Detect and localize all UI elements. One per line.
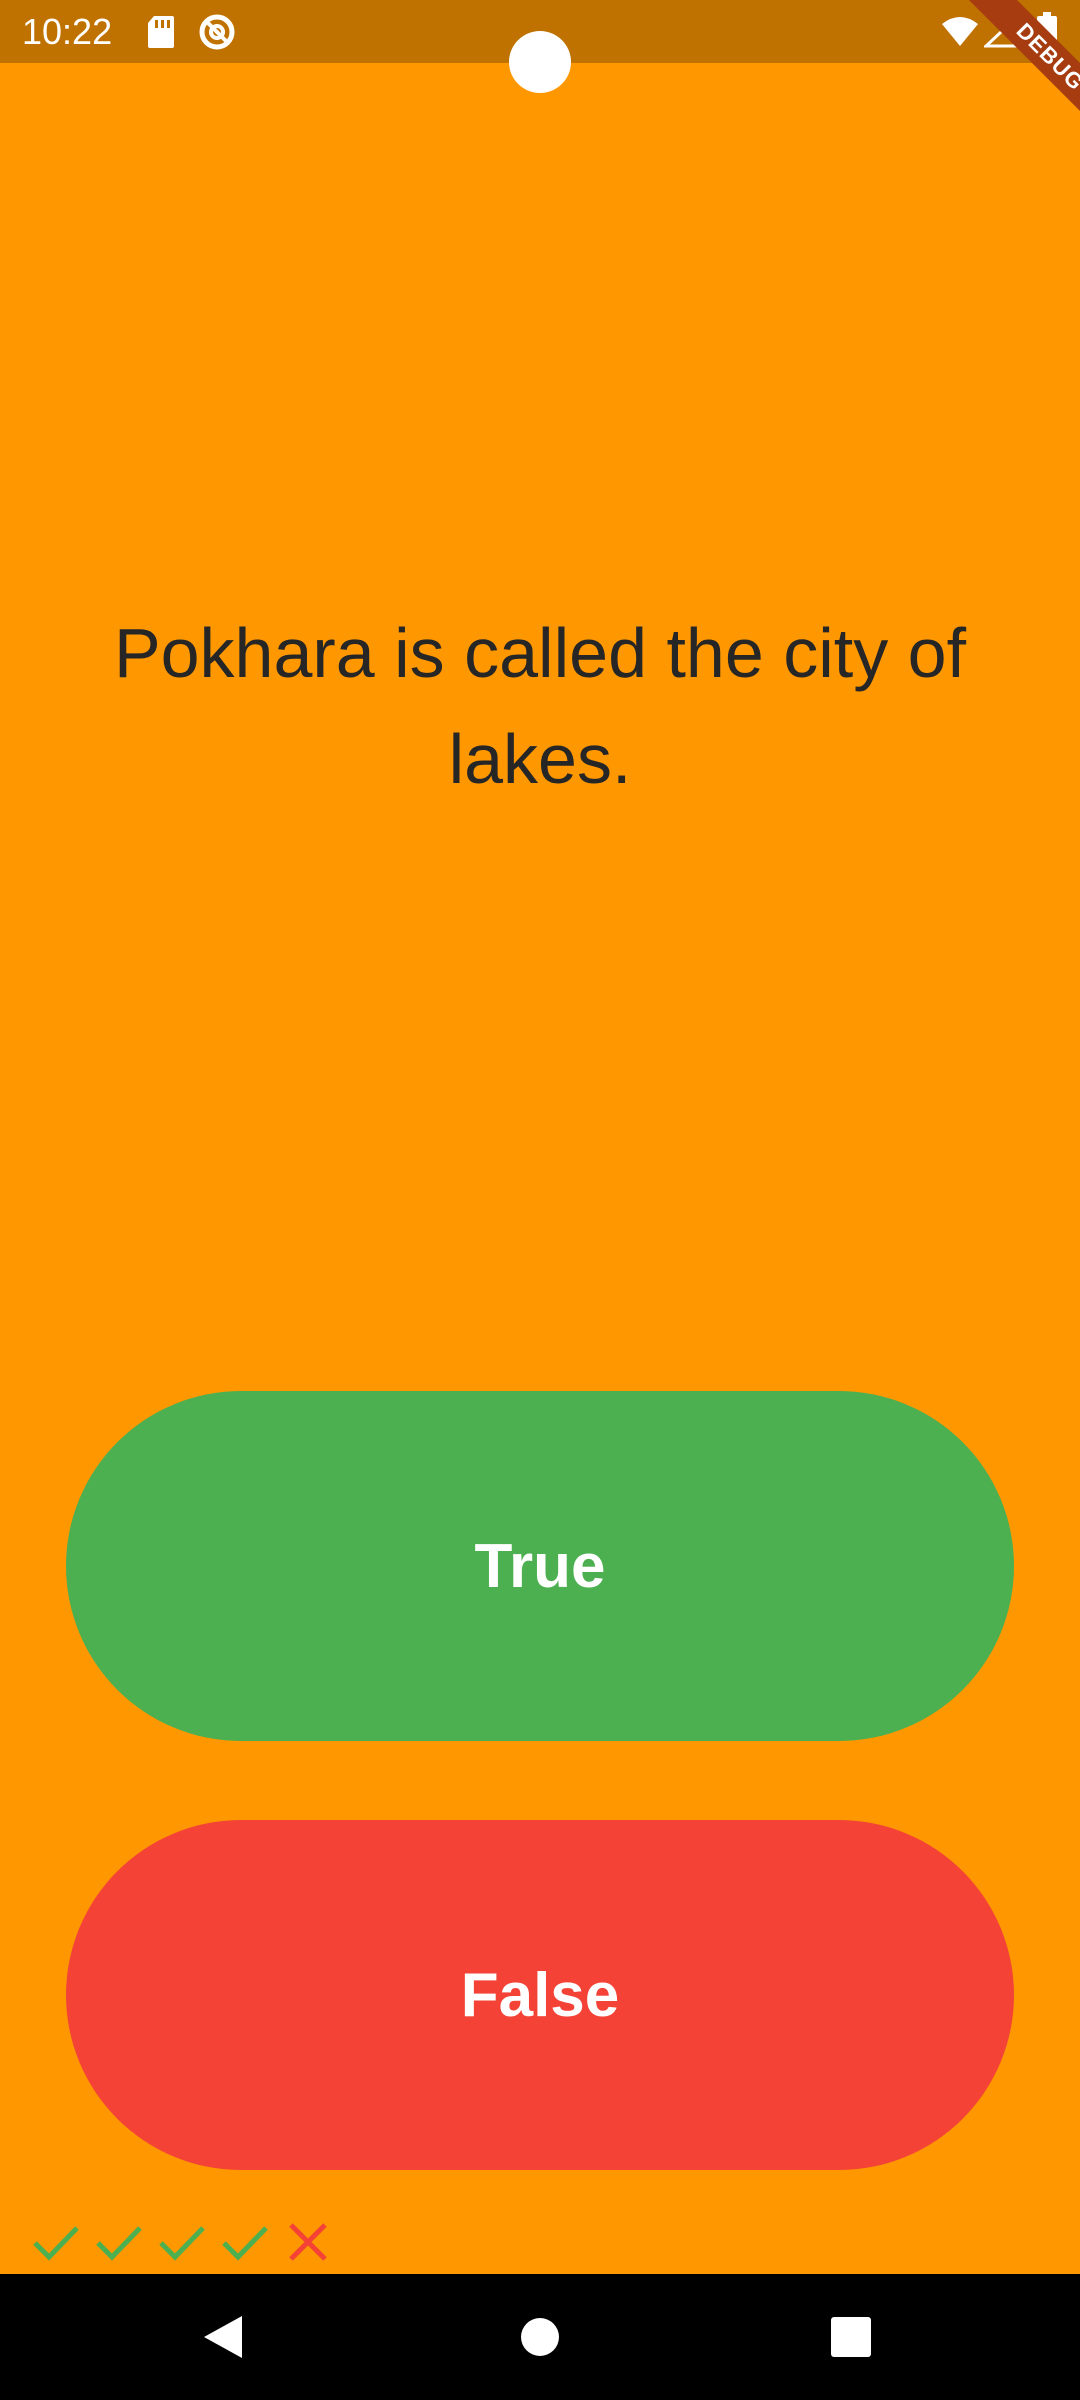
false-button[interactable]: False (66, 1820, 1014, 2170)
check-icon (159, 2226, 205, 2261)
sd-card-icon (148, 16, 174, 48)
true-button[interactable]: True (66, 1391, 1014, 1741)
check-icon (222, 2226, 268, 2261)
close-icon (289, 2223, 327, 2261)
question-text: Pokhara is called the city of lakes. (113, 614, 967, 798)
quiz-screen: 10:22 DEBUG Pokhara is called the city o… (0, 0, 1080, 2400)
debug-banner-label: DEBUG (953, 0, 1080, 154)
debug-banner: DEBUG (920, 0, 1080, 160)
home-icon[interactable] (515, 2312, 565, 2362)
camera-cutout (509, 31, 571, 93)
check-icon (33, 2226, 79, 2261)
navigation-bar (0, 2274, 1080, 2400)
back-icon[interactable] (200, 2312, 250, 2362)
recents-icon[interactable] (826, 2312, 876, 2362)
do-not-disturb-icon (199, 14, 235, 50)
check-icon (96, 2226, 142, 2261)
status-time: 10:22 (22, 11, 113, 52)
score-keeper (30, 2216, 334, 2268)
